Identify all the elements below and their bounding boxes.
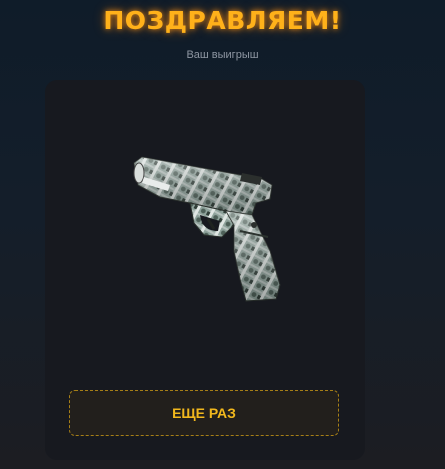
pistol-icon bbox=[133, 156, 281, 302]
play-again-button[interactable]: ЕЩЕ РАЗ bbox=[69, 390, 339, 436]
page-subtitle: Ваш выигрыш bbox=[186, 49, 259, 61]
prize-card: ЕЩЕ РАЗ bbox=[45, 80, 365, 460]
page-title: ПОЗДРАВЛЯЕМ! bbox=[103, 6, 342, 35]
